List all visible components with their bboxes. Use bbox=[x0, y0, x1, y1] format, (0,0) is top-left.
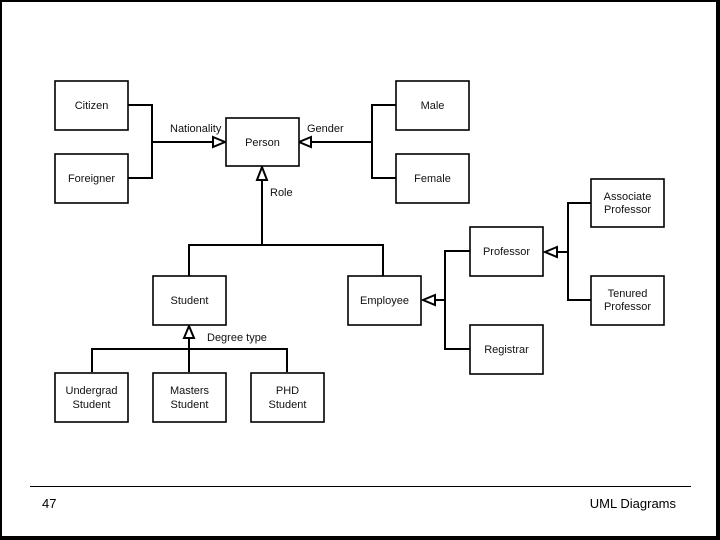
svg-text:PHD: PHD bbox=[276, 385, 299, 397]
role-connector bbox=[188, 164, 384, 276]
footer-divider bbox=[30, 486, 691, 487]
svg-text:Professor: Professor bbox=[483, 246, 530, 258]
svg-text:Associate: Associate bbox=[604, 191, 652, 203]
class-masters-student[interactable]: Masters Student bbox=[152, 372, 227, 423]
class-professor[interactable]: Professor bbox=[469, 226, 544, 277]
label-nationality: Nationality bbox=[170, 123, 222, 135]
nationality-connector bbox=[128, 104, 228, 179]
class-citizen[interactable]: Citizen bbox=[54, 80, 129, 131]
svg-text:Professor: Professor bbox=[604, 301, 651, 313]
class-student[interactable]: Student bbox=[152, 275, 227, 326]
svg-text:Student: Student bbox=[171, 295, 209, 307]
gender-connector bbox=[296, 104, 396, 179]
svg-text:Tenured: Tenured bbox=[608, 288, 648, 300]
svg-text:Employee: Employee bbox=[360, 295, 409, 307]
svg-text:Female: Female bbox=[414, 173, 451, 185]
page-number: 47 bbox=[42, 496, 57, 511]
svg-text:Student: Student bbox=[171, 399, 209, 411]
class-male[interactable]: Male bbox=[395, 80, 470, 131]
professor-connector bbox=[542, 202, 591, 301]
class-associate-professor[interactable]: Associate Professor bbox=[590, 178, 665, 228]
class-registrar[interactable]: Registrar bbox=[469, 324, 544, 375]
generalization-arrow-icon bbox=[212, 135, 228, 149]
label-gender: Gender bbox=[307, 123, 344, 135]
svg-text:Registrar: Registrar bbox=[484, 344, 529, 356]
svg-text:Citizen: Citizen bbox=[75, 100, 109, 112]
uml-diagram: Citizen Foreigner Person Male Female Stu… bbox=[54, 80, 665, 423]
generalization-arrow-icon bbox=[296, 135, 312, 149]
class-female[interactable]: Female bbox=[395, 153, 470, 204]
label-degree-type: Degree type bbox=[207, 332, 267, 344]
svg-text:Student: Student bbox=[73, 399, 111, 411]
generalization-arrow-icon bbox=[182, 323, 196, 339]
svg-text:Undergrad: Undergrad bbox=[66, 385, 118, 397]
class-person[interactable]: Person bbox=[225, 117, 300, 167]
class-phd-student[interactable]: PHD Student bbox=[250, 372, 325, 423]
svg-text:Foreigner: Foreigner bbox=[68, 173, 115, 185]
svg-text:Male: Male bbox=[421, 100, 445, 112]
class-tenured-professor[interactable]: Tenured Professor bbox=[590, 275, 665, 326]
svg-text:Professor: Professor bbox=[604, 204, 651, 216]
class-employee[interactable]: Employee bbox=[347, 275, 422, 326]
svg-text:Masters: Masters bbox=[170, 385, 210, 397]
svg-text:Person: Person bbox=[245, 137, 280, 149]
class-foreigner[interactable]: Foreigner bbox=[54, 153, 129, 204]
footer-title: UML Diagrams bbox=[589, 496, 676, 511]
label-role: Role bbox=[270, 187, 293, 199]
employee-connector bbox=[420, 250, 470, 350]
svg-text:Student: Student bbox=[269, 399, 307, 411]
generalization-arrow-icon bbox=[542, 245, 558, 259]
generalization-arrow-icon bbox=[420, 293, 436, 307]
class-undergrad-student[interactable]: Undergrad Student bbox=[54, 372, 129, 423]
generalization-arrow-icon bbox=[255, 164, 269, 181]
